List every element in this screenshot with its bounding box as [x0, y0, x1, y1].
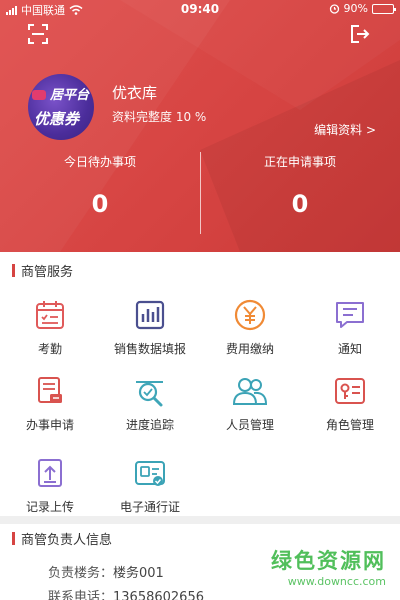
battery-percent: 90%: [343, 2, 368, 15]
status-right: 90%: [329, 2, 396, 15]
info-row-phone[interactable]: 联系电话：13658602656: [48, 586, 204, 600]
service-label: 角色管理: [325, 418, 374, 432]
avatar-text-bottom: 优惠券: [34, 110, 80, 128]
watermark-url: www.downcc.com: [287, 575, 386, 588]
service-label: 电子通行证: [119, 500, 180, 514]
todo-today-count: 0: [91, 190, 109, 218]
scan-icon[interactable]: [26, 22, 50, 46]
services-grid: 考勤 销售数据填报 费用缴纳 通知 办事申请 进度追踪 人员管理 角色管理 记录…: [0, 286, 400, 516]
magnifier-progress-icon: [131, 372, 169, 410]
role-card-icon: [331, 372, 369, 410]
applying-count: 0: [291, 190, 309, 218]
service-sales-data[interactable]: 销售数据填报: [100, 286, 200, 362]
battery-icon: [372, 3, 396, 14]
applying-stat[interactable]: 正在申请事项 0: [200, 153, 400, 218]
id-pass-icon: [131, 454, 169, 492]
service-application[interactable]: 办事申请: [0, 362, 100, 438]
watermark: 绿色资源网 www.downcc.com: [271, 545, 386, 588]
service-label: 进度追踪: [125, 418, 174, 432]
service-staff-management[interactable]: 人员管理: [200, 362, 300, 438]
service-attendance[interactable]: 考勤: [0, 286, 100, 362]
service-notice[interactable]: 通知: [300, 286, 400, 362]
avatar[interactable]: 居平台 优惠券: [28, 74, 94, 140]
info-value: 13658602656: [113, 590, 204, 600]
service-fee-payment[interactable]: 费用缴纳: [200, 286, 300, 362]
profile-header: 中国联通 09:40 90% 居平台 优惠券 优衣库 资料完整度 10 % 编辑…: [0, 0, 400, 252]
avatar-text-top: 居平台: [50, 88, 90, 103]
app-screen: 中国联通 09:40 90% 居平台 优惠券 优衣库 资料完整度 10 % 编辑…: [0, 0, 400, 600]
service-label: 办事申请: [25, 418, 74, 432]
services-section-header: 商管服务: [0, 254, 400, 286]
service-label: 记录上传: [25, 500, 74, 514]
service-e-pass[interactable]: 电子通行证: [100, 444, 200, 520]
watermark-title: 绿色资源网: [271, 549, 386, 573]
edit-profile-link[interactable]: 编辑资料 >: [314, 121, 376, 138]
service-progress-tracking[interactable]: 进度追踪: [100, 362, 200, 438]
avatar-tag: [32, 90, 46, 100]
service-record-upload[interactable]: 记录上传: [0, 444, 100, 520]
service-role-management[interactable]: 角色管理: [300, 362, 400, 438]
alarm-icon: [329, 4, 339, 14]
service-label: 费用缴纳: [225, 342, 274, 356]
info-value: 楼务001: [113, 566, 164, 581]
todo-today-label: 今日待办事项: [63, 155, 136, 169]
todo-today-stat[interactable]: 今日待办事项 0: [0, 153, 200, 218]
attendance-calendar-icon: [31, 296, 69, 334]
status-bar: 中国联通 09:40 90%: [0, 0, 400, 18]
info-key: 联系电话：: [48, 590, 114, 600]
application-form-icon: [31, 372, 69, 410]
sales-chart-icon: [131, 296, 169, 334]
info-row-building: 负责楼务：楼务001: [48, 562, 164, 581]
section-gap: [0, 516, 400, 524]
logout-icon[interactable]: [348, 22, 372, 46]
service-label: 销售数据填报: [113, 342, 186, 356]
upload-icon: [31, 454, 69, 492]
applying-label: 正在申请事项: [263, 155, 336, 169]
yuan-coin-icon: [231, 296, 269, 334]
service-label: 考勤: [37, 342, 62, 356]
service-label: 人员管理: [225, 418, 274, 432]
manager-info-title: 商管负责人信息: [21, 532, 113, 548]
section-accent-bar: [12, 531, 15, 545]
service-label: 通知: [337, 342, 362, 356]
section-accent-bar: [12, 263, 15, 277]
user-name: 优衣库: [112, 84, 158, 102]
people-icon: [231, 372, 269, 410]
services-title: 商管服务: [21, 264, 74, 280]
profile-completeness: 资料完整度 10 %: [112, 110, 207, 124]
message-icon: [331, 296, 369, 334]
info-key: 负责楼务：: [48, 566, 114, 581]
